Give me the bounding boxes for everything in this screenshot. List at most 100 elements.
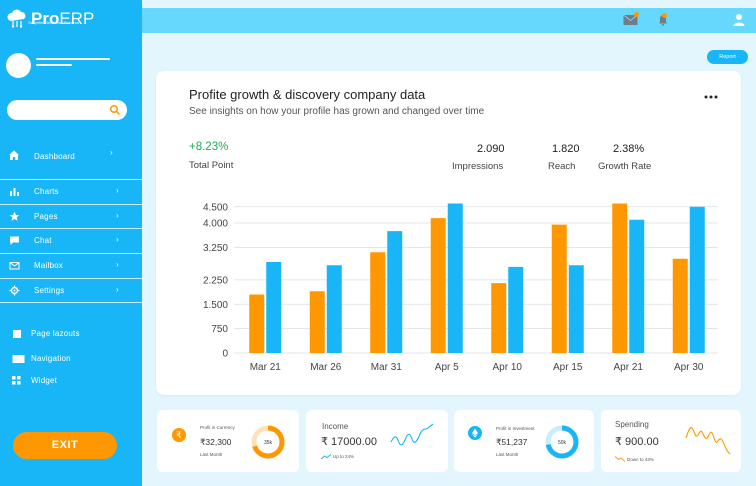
report-button[interactable]: Report xyxy=(707,50,748,64)
x-tick-label: Mar 26 xyxy=(310,362,342,373)
bar xyxy=(689,206,705,353)
income-sparkline xyxy=(390,423,434,446)
bar xyxy=(629,219,645,353)
y-tick-label: 750 xyxy=(211,324,228,335)
ethereum-icon xyxy=(468,426,482,440)
chevron-right-icon: › xyxy=(116,260,119,269)
y-tick-label: 1.500 xyxy=(203,300,228,311)
income-trend: Up to 24% xyxy=(333,454,355,459)
top-bar xyxy=(142,8,756,33)
navigation-icon xyxy=(12,355,25,363)
spending-label: Spending xyxy=(615,420,649,429)
profit-investment-label: Profit in Investment xyxy=(496,426,535,431)
x-tick-label: Apr 5 xyxy=(435,362,459,373)
widget-icon xyxy=(12,376,21,385)
investment-donut-label: 50k xyxy=(558,440,567,446)
bar xyxy=(370,252,386,353)
bar-chart: 0 750 1.500 2.250 3.250 4.000 4.500 Mar 21 Mar 2… xyxy=(203,202,718,373)
sidebar-item-label: Mailbox xyxy=(34,261,63,270)
x-tick-label: Apr 15 xyxy=(553,362,583,373)
spending-value: ₹ 900.00 xyxy=(615,436,659,448)
x-tick-label: Mar 21 xyxy=(250,362,282,373)
username-placeholder xyxy=(36,58,110,60)
avatar[interactable] xyxy=(6,53,31,78)
chevron-right-icon: › xyxy=(116,211,119,220)
bar xyxy=(430,218,446,353)
chevron-right-icon: › xyxy=(110,148,113,157)
role-placeholder xyxy=(36,64,72,66)
star-icon xyxy=(9,211,20,221)
chat-icon xyxy=(10,236,19,245)
x-tick-label: Mar 31 xyxy=(371,362,403,373)
svg-text:₹: ₹ xyxy=(176,431,182,441)
sidebar-item-widget[interactable]: Widget xyxy=(0,373,142,389)
profit-investment-period: Last Month xyxy=(496,452,519,457)
sidebar-item-mailbox[interactable]: Mailbox › xyxy=(0,253,142,276)
brand-tagline: Simplified Business Success xyxy=(28,20,79,25)
sidebar-item-chat[interactable]: Chat › xyxy=(0,228,142,251)
y-tick-label: 3.250 xyxy=(203,243,228,254)
profit-currency-period: Last Month xyxy=(200,452,223,457)
sidebar-item-pages[interactable]: Pages › xyxy=(0,204,142,227)
search-input[interactable] xyxy=(7,100,127,120)
sidebar-item-label: Settings xyxy=(34,286,65,295)
bar xyxy=(551,224,567,353)
bar xyxy=(612,203,628,353)
sidebar-item-label: Navigation xyxy=(31,354,71,363)
home-icon xyxy=(9,150,19,160)
spending-sparkline xyxy=(685,427,731,455)
bar xyxy=(508,266,524,353)
profit-investment-card: Profit in Investment ₹51,237 Last Month … xyxy=(454,410,594,472)
mail-badge xyxy=(634,12,639,17)
bar xyxy=(491,283,507,353)
sidebar-item-label: Page lazouts xyxy=(31,329,80,338)
search-icon[interactable] xyxy=(109,104,121,116)
y-tick-label: 0 xyxy=(222,349,228,360)
x-tick-label: Apr 21 xyxy=(614,362,644,373)
rupee-icon: ₹ xyxy=(172,428,186,442)
insights-card: Profite growth & discovery company data … xyxy=(156,71,741,395)
income-value: ₹ 17000.00 xyxy=(321,436,377,448)
mail-icon xyxy=(9,262,20,270)
notification-badge xyxy=(662,13,667,18)
y-tick-label: 2.250 xyxy=(203,275,228,286)
bar xyxy=(447,203,463,353)
chevron-right-icon: › xyxy=(116,235,119,244)
currency-donut-label: 35k xyxy=(264,440,273,446)
x-tick-label: Apr 30 xyxy=(674,362,704,373)
bar xyxy=(326,265,342,353)
bar xyxy=(568,265,584,353)
chevron-right-icon: › xyxy=(116,285,119,294)
x-tick-label: Apr 10 xyxy=(493,362,523,373)
currency-donut: 35k xyxy=(251,425,285,459)
sidebar-item-dashboard[interactable]: Dashboard › xyxy=(0,145,142,169)
y-tick-label: 4.000 xyxy=(203,219,228,230)
bar-chart-icon xyxy=(10,188,19,196)
user-icon[interactable] xyxy=(733,13,745,26)
sidebar-item-page-layouts[interactable]: Page lazouts xyxy=(0,326,142,342)
exit-button[interactable]: EXIT xyxy=(13,432,117,459)
trend-up-icon xyxy=(321,454,331,460)
income-card: Income ₹ 17000.00 Up to 24% xyxy=(306,410,448,472)
profit-currency-label: Profit in Currency xyxy=(200,425,235,430)
y-tick-label: 4.500 xyxy=(203,202,228,213)
sidebar-item-label: Charts xyxy=(34,187,59,196)
bar xyxy=(672,258,688,353)
sidebar-item-label: Widget xyxy=(31,376,58,385)
sidebar-item-label: Dashboard xyxy=(34,152,75,161)
cloud-logo-icon xyxy=(7,9,26,28)
bar xyxy=(266,262,282,353)
chevron-right-icon: › xyxy=(116,186,119,195)
sidebar-item-settings[interactable]: Settings › xyxy=(0,278,142,301)
bar xyxy=(309,291,325,353)
trend-down-icon xyxy=(615,456,625,462)
profit-investment-value: ₹51,237 xyxy=(496,437,528,447)
profit-currency-value: ₹32,300 xyxy=(200,437,232,447)
sidebar-item-navigation[interactable]: Navigation xyxy=(0,351,142,367)
income-label: Income xyxy=(322,422,349,431)
profit-currency-card: ₹ Profit in Currency ₹32,300 Last Month … xyxy=(157,410,299,472)
sidebar-item-charts[interactable]: Charts › xyxy=(0,179,142,202)
brand-logo[interactable]: ProERP xyxy=(6,8,94,28)
bar xyxy=(387,231,403,353)
page-icon xyxy=(13,330,21,338)
